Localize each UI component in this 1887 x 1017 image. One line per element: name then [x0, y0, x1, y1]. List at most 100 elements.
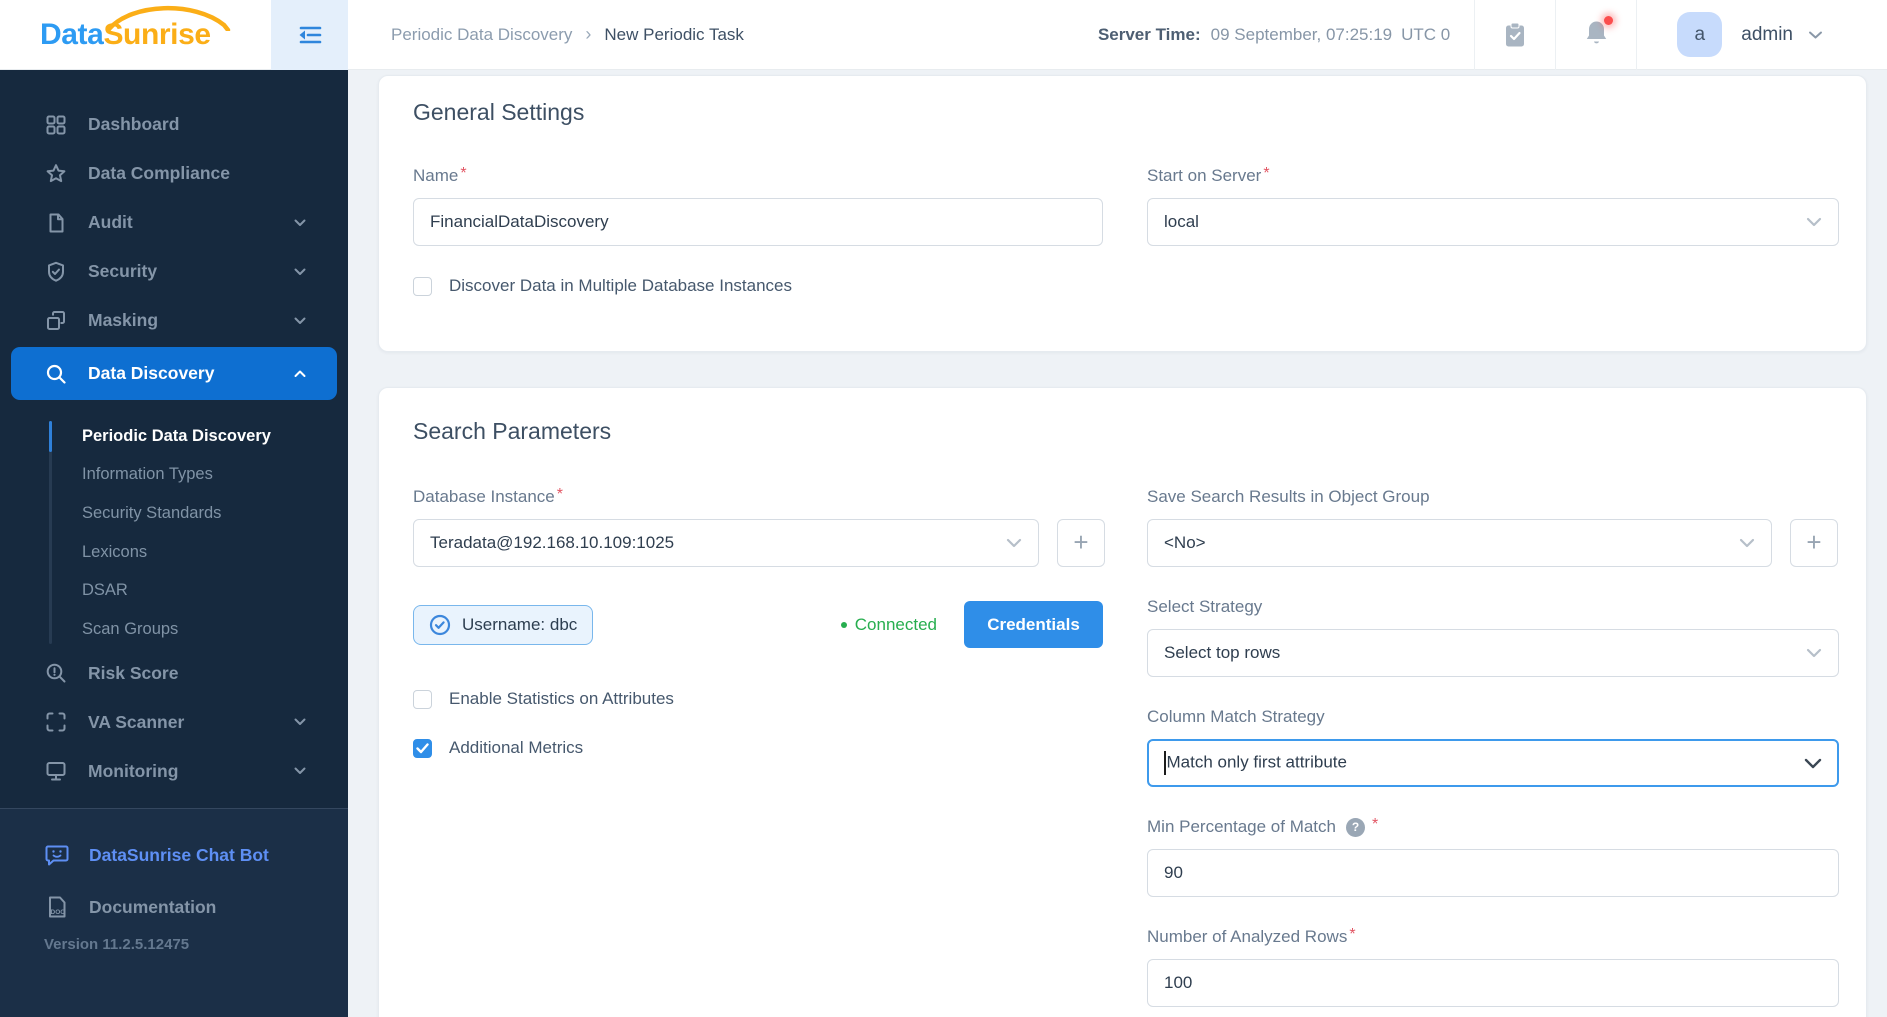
search-parameters-title: Search Parameters	[413, 418, 612, 444]
start-on-server-label: Start on Server	[1147, 166, 1262, 185]
search-icon	[44, 362, 68, 386]
monitor-icon	[44, 759, 68, 783]
version-label: Version 11.2.5.12475	[44, 936, 190, 953]
object-group-select[interactable]: <No>	[1147, 519, 1772, 567]
submenu-item-label: Information Types	[82, 465, 213, 484]
select-value: <No>	[1164, 533, 1206, 552]
chevron-down-icon	[294, 219, 306, 227]
general-settings-title: General Settings	[413, 99, 585, 125]
risk-score-icon	[44, 661, 68, 685]
object-group-label: Save Search Results in Object Group	[1147, 487, 1430, 506]
logo-word-data: Data	[40, 17, 104, 51]
submenu-item-label: Lexicons	[82, 542, 148, 561]
shield-check-icon	[44, 260, 68, 284]
database-instance-label: Database Instance	[413, 487, 555, 506]
sidebar-item-dashboard[interactable]: Dashboard	[0, 100, 348, 149]
tasks-button[interactable]	[1475, 0, 1555, 70]
add-object-group-button[interactable]: +	[1790, 519, 1838, 567]
help-icon[interactable]: ?	[1345, 817, 1365, 837]
sidebar-item-risk-score[interactable]: Risk Score	[0, 649, 348, 698]
chevron-down-icon	[294, 317, 306, 325]
username-chip[interactable]: Username: dbc	[413, 604, 594, 645]
status-dot	[840, 621, 847, 628]
submenu-item-scan-groups[interactable]: Scan Groups	[0, 610, 348, 649]
chevron-down-icon	[1806, 648, 1822, 658]
sidebar-item-documentation[interactable]: DOC Documentation	[0, 894, 348, 920]
sidebar-item-label: Security	[88, 261, 158, 281]
add-database-instance-button[interactable]: +	[1057, 519, 1105, 567]
dashboard-icon	[44, 113, 68, 137]
select-value: Match only first attribute	[1166, 752, 1347, 772]
sidebar-item-va-scanner[interactable]: VA Scanner	[0, 698, 348, 747]
select-value: Select top rows	[1164, 643, 1281, 662]
chevron-down-icon	[294, 268, 306, 276]
sidebar-item-label: DataSunrise Chat Bot	[89, 844, 269, 865]
min-percentage-input[interactable]	[1147, 849, 1839, 897]
header-divider	[1636, 0, 1638, 70]
sidebar-item-data-compliance[interactable]: Data Compliance	[0, 149, 348, 198]
server-time-value: 09 September, 07:25:19	[1210, 24, 1393, 44]
submenu-item-lexicons[interactable]: Lexicons	[0, 533, 348, 572]
sidebar-item-monitoring[interactable]: Monitoring	[0, 747, 348, 796]
enable-statistics-checkbox[interactable]: Enable Statistics on Attributes	[413, 689, 1103, 709]
database-instance-select[interactable]: Teradata@192.168.10.109:1025	[413, 519, 1039, 567]
chevron-down-icon	[1006, 538, 1022, 548]
logo: DataSunrise	[0, 0, 271, 70]
credentials-button[interactable]: Credentials	[964, 601, 1103, 648]
column-match-strategy-select[interactable]: Match only first attribute	[1147, 739, 1839, 787]
sidebar-item-label: Data Discovery	[88, 363, 215, 383]
sidebar-item-label: Monitoring	[88, 760, 179, 781]
submenu-item-dsar[interactable]: DSAR	[0, 571, 348, 610]
analyzed-rows-input[interactable]	[1147, 959, 1839, 1007]
user-menu[interactable]: a admin	[1677, 12, 1823, 57]
connection-status: Connected	[840, 615, 937, 635]
sidebar-item-label: Documentation	[89, 896, 217, 917]
sidebar-item-label: Data Compliance	[88, 163, 230, 183]
server-time-timezone: UTC 0	[1401, 24, 1451, 44]
plus-icon: +	[1073, 526, 1089, 557]
additional-metrics-checkbox[interactable]: Additional Metrics	[413, 738, 1103, 758]
required-asterisk: *	[1349, 926, 1356, 943]
check-icon	[416, 742, 429, 753]
select-value: Teradata@192.168.10.109:1025	[430, 533, 675, 552]
checkbox-unchecked[interactable]	[413, 276, 432, 296]
avatar: a	[1677, 12, 1723, 57]
discover-multiple-instances-checkbox[interactable]: Discover Data in Multiple Database Insta…	[413, 276, 1103, 296]
sidebar-item-audit[interactable]: Audit	[0, 198, 348, 247]
checkbox-checked[interactable]	[413, 738, 432, 758]
start-on-server-select[interactable]: local	[1147, 198, 1839, 246]
sidebar-item-masking[interactable]: Masking	[0, 296, 348, 345]
checkbox-unchecked[interactable]	[413, 689, 432, 709]
name-label: Name	[413, 166, 459, 185]
layers-copy-icon	[44, 309, 68, 333]
sidebar-item-label: Audit	[88, 212, 133, 232]
server-time-label: Server Time:	[1097, 24, 1201, 44]
required-asterisk: *	[460, 165, 467, 182]
sidebar-item-label: VA Scanner	[88, 711, 185, 732]
breadcrumb-parent[interactable]: Periodic Data Discovery	[391, 25, 572, 45]
checkbox-label: Enable Statistics on Attributes	[449, 689, 674, 708]
notification-badge	[1603, 15, 1613, 25]
submenu-item-periodic-data-discovery[interactable]: Periodic Data Discovery	[0, 417, 348, 456]
required-asterisk: *	[1371, 816, 1379, 833]
breadcrumb-separator: ›	[585, 24, 592, 44]
notifications-button[interactable]	[1556, 0, 1636, 70]
check-circle-icon	[429, 614, 451, 635]
svg-text:DOC: DOC	[51, 909, 66, 916]
checkbox-label: Discover Data in Multiple Database Insta…	[449, 276, 792, 295]
sidebar-item-chat-bot[interactable]: DataSunrise Chat Bot	[0, 842, 348, 868]
select-strategy-select[interactable]: Select top rows	[1147, 629, 1839, 677]
submenu-item-security-standards[interactable]: Security Standards	[0, 494, 348, 533]
sidebar-item-security[interactable]: Security	[0, 247, 348, 296]
text-cursor	[1164, 751, 1166, 775]
document-icon	[44, 211, 68, 235]
sidebar-item-data-discovery[interactable]: Data Discovery	[11, 347, 337, 400]
chevron-down-icon	[294, 767, 306, 775]
plus-icon: +	[1806, 526, 1822, 557]
collapse-sidebar-icon	[299, 26, 321, 43]
submenu-item-information-types[interactable]: Information Types	[0, 456, 348, 495]
sidebar-collapse-button[interactable]	[271, 0, 348, 70]
name-input[interactable]	[413, 198, 1103, 246]
sidebar: Dashboard Data Compliance Audit Security	[0, 70, 348, 1017]
required-asterisk: *	[1263, 165, 1270, 182]
